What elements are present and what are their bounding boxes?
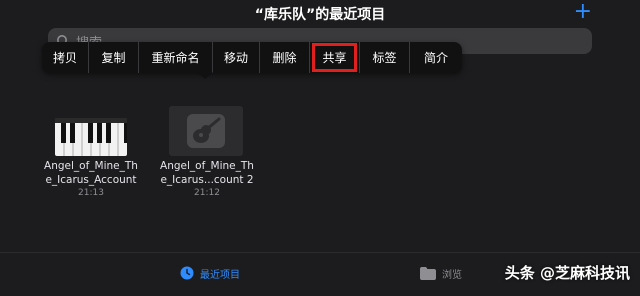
- tab-browse[interactable]: 浏览: [420, 263, 462, 283]
- tab-recents-label: 最近项目: [200, 269, 240, 281]
- file-name-line-1: Angel_of_Mine_Th: [44, 160, 138, 172]
- context-menu: 拷贝 复制 重新命名 移动 删除 共享 标签 简介: [42, 42, 462, 73]
- menu-item-delete[interactable]: 删除: [260, 42, 310, 73]
- file-tile[interactable]: Angel_of_Mine_Th e_Icarus...count 2 21:1…: [152, 106, 262, 202]
- watermark: 头条 @芝麻科技讯: [504, 264, 630, 282]
- menu-item-tags[interactable]: 标签: [360, 42, 410, 73]
- menu-item-info[interactable]: 简介: [410, 42, 462, 73]
- file-time: 21:12: [194, 188, 220, 198]
- file-tile[interactable]: Angel_of_Mine_Th e_Icarus_Account 21:13: [36, 112, 146, 202]
- file-name-line-1: Angel_of_Mine_Th: [160, 160, 254, 172]
- app-screen: “库乐队”的最近项目 + 搜索 拷贝 复制 重新命名 移动 删除 共享 标签 简…: [0, 0, 640, 296]
- file-name-line-2: e_Icarus_Account: [45, 174, 137, 186]
- clock-icon: [180, 266, 194, 280]
- guitar-icon: [187, 114, 225, 148]
- piano-keyboard-icon: [55, 118, 127, 156]
- page-title: “库乐队”的最近项目: [254, 7, 386, 23]
- menu-item-move[interactable]: 移动: [213, 42, 260, 73]
- menu-item-copy[interactable]: 拷贝: [42, 42, 89, 73]
- add-button[interactable]: +: [574, 1, 592, 23]
- menu-item-duplicate[interactable]: 复制: [89, 42, 139, 73]
- menu-item-rename[interactable]: 重新命名: [139, 42, 213, 73]
- file-thumbnail: [169, 106, 243, 156]
- file-name-line-2: e_Icarus...count 2: [160, 174, 254, 186]
- file-time: 21:13: [78, 188, 104, 198]
- menu-item-share[interactable]: 共享: [310, 42, 360, 73]
- tab-recents[interactable]: 最近项目: [180, 263, 240, 283]
- menu-pointer: [197, 72, 213, 79]
- folder-icon: [420, 266, 436, 280]
- tab-browse-label: 浏览: [442, 269, 462, 281]
